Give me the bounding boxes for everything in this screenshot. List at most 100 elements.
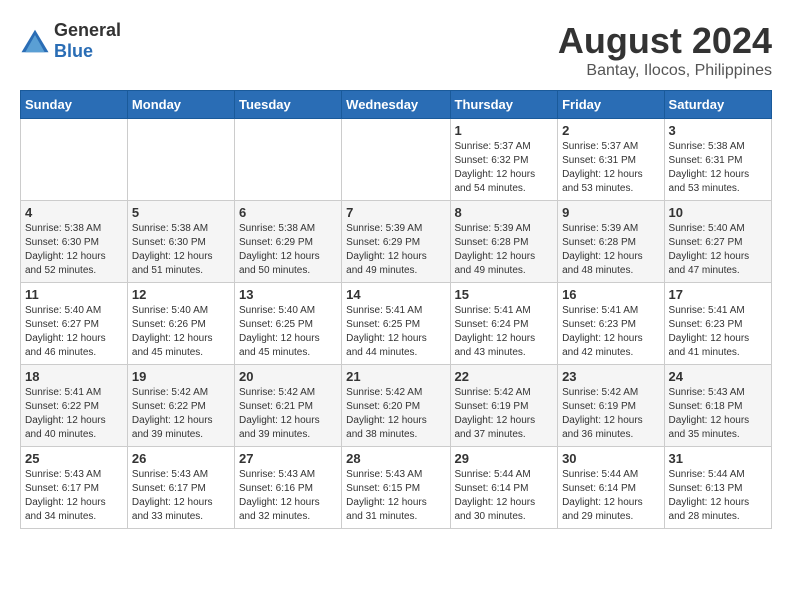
day-info: Sunrise: 5:38 AMSunset: 6:30 PMDaylight:… bbox=[132, 222, 230, 278]
day-info: Sunrise: 5:40 AMSunset: 6:26 PMDaylight:… bbox=[132, 304, 230, 360]
day-info: Sunrise: 5:42 AMSunset: 6:20 PMDaylight:… bbox=[346, 386, 445, 442]
day-info: Sunrise: 5:39 AMSunset: 6:28 PMDaylight:… bbox=[455, 222, 554, 278]
day-info: Sunrise: 5:37 AMSunset: 6:31 PMDaylight:… bbox=[562, 140, 659, 196]
title-block: August 2024 Bantay, Ilocos, Philippines bbox=[558, 20, 772, 80]
logo-icon bbox=[20, 26, 50, 56]
day-info: Sunrise: 5:38 AMSunset: 6:30 PMDaylight:… bbox=[25, 222, 123, 278]
day-header-saturday: Saturday bbox=[664, 91, 771, 119]
calendar-cell: 28Sunrise: 5:43 AMSunset: 6:15 PMDayligh… bbox=[342, 447, 450, 529]
day-info: Sunrise: 5:43 AMSunset: 6:17 PMDaylight:… bbox=[132, 468, 230, 524]
calendar-cell: 22 Sunrise: 5:42 AMSunset: 6:19 PMDayligh… bbox=[450, 365, 558, 447]
day-number: 25 bbox=[25, 451, 123, 466]
day-number: 17 bbox=[669, 287, 767, 302]
calendar-cell: 14Sunrise: 5:41 AMSunset: 6:25 PMDayligh… bbox=[342, 283, 450, 365]
logo: General Blue bbox=[20, 20, 121, 62]
day-number: 27 bbox=[239, 451, 337, 466]
day-header-sunday: Sunday bbox=[21, 91, 128, 119]
day-info: Sunrise: 5:39 AMSunset: 6:29 PMDaylight:… bbox=[346, 222, 445, 278]
calendar-cell: 9 Sunrise: 5:39 AMSunset: 6:28 PMDaylight… bbox=[558, 201, 664, 283]
calendar-cell: 12 Sunrise: 5:40 AMSunset: 6:26 PMDayligh… bbox=[127, 283, 234, 365]
day-number: 5 bbox=[132, 205, 230, 220]
day-info: Sunrise: 5:42 AMSunset: 6:21 PMDaylight:… bbox=[239, 386, 337, 442]
day-number: 16 bbox=[562, 287, 659, 302]
day-number: 15 bbox=[455, 287, 554, 302]
day-info: Sunrise: 5:43 AMSunset: 6:16 PMDaylight:… bbox=[239, 468, 337, 524]
calendar-cell: 27 Sunrise: 5:43 AMSunset: 6:16 PMDayligh… bbox=[234, 447, 341, 529]
day-info: Sunrise: 5:38 AMSunset: 6:31 PMDaylight:… bbox=[669, 140, 767, 196]
calendar-cell: 13 Sunrise: 5:40 AMSunset: 6:25 PMDayligh… bbox=[234, 283, 341, 365]
calendar-cell: 6 Sunrise: 5:38 AMSunset: 6:29 PMDaylight… bbox=[234, 201, 341, 283]
day-header-friday: Friday bbox=[558, 91, 664, 119]
day-number: 26 bbox=[132, 451, 230, 466]
day-header-wednesday: Wednesday bbox=[342, 91, 450, 119]
day-info: Sunrise: 5:43 AMSunset: 6:17 PMDaylight:… bbox=[25, 468, 123, 524]
day-info: Sunrise: 5:44 AMSunset: 6:14 PMDaylight:… bbox=[455, 468, 554, 524]
calendar-cell: 23Sunrise: 5:42 AMSunset: 6:19 PMDayligh… bbox=[558, 365, 664, 447]
calendar-cell: 8 Sunrise: 5:39 AMSunset: 6:28 PMDaylight… bbox=[450, 201, 558, 283]
calendar-cell: 29 Sunrise: 5:44 AMSunset: 6:14 PMDayligh… bbox=[450, 447, 558, 529]
calendar-cell: 16Sunrise: 5:41 AMSunset: 6:23 PMDayligh… bbox=[558, 283, 664, 365]
logo-general: General bbox=[54, 20, 121, 40]
calendar-cell: 7 Sunrise: 5:39 AMSunset: 6:29 PMDaylight… bbox=[342, 201, 450, 283]
location: Bantay, Ilocos, Philippines bbox=[558, 62, 772, 80]
day-header-tuesday: Tuesday bbox=[234, 91, 341, 119]
day-number: 9 bbox=[562, 205, 659, 220]
day-number: 13 bbox=[239, 287, 337, 302]
day-info: Sunrise: 5:40 AMSunset: 6:27 PMDaylight:… bbox=[669, 222, 767, 278]
day-number: 8 bbox=[455, 205, 554, 220]
calendar-cell: 10Sunrise: 5:40 AMSunset: 6:27 PMDayligh… bbox=[664, 201, 771, 283]
calendar-cell bbox=[21, 119, 128, 201]
day-number: 19 bbox=[132, 369, 230, 384]
day-info: Sunrise: 5:44 AMSunset: 6:14 PMDaylight:… bbox=[562, 468, 659, 524]
day-info: Sunrise: 5:41 AMSunset: 6:22 PMDaylight:… bbox=[25, 386, 123, 442]
calendar-cell: 31Sunrise: 5:44 AMSunset: 6:13 PMDayligh… bbox=[664, 447, 771, 529]
day-info: Sunrise: 5:41 AMSunset: 6:23 PMDaylight:… bbox=[669, 304, 767, 360]
day-info: Sunrise: 5:41 AMSunset: 6:25 PMDaylight:… bbox=[346, 304, 445, 360]
calendar-cell: 1Sunrise: 5:37 AMSunset: 6:32 PMDaylight… bbox=[450, 119, 558, 201]
day-number: 29 bbox=[455, 451, 554, 466]
day-number: 2 bbox=[562, 123, 659, 138]
month-year: August 2024 bbox=[558, 20, 772, 62]
calendar-cell: 19Sunrise: 5:42 AMSunset: 6:22 PMDayligh… bbox=[127, 365, 234, 447]
week-row-2: 4Sunrise: 5:38 AMSunset: 6:30 PMDaylight… bbox=[21, 201, 772, 283]
calendar-cell: 26 Sunrise: 5:43 AMSunset: 6:17 PMDayligh… bbox=[127, 447, 234, 529]
page-header: General Blue August 2024 Bantay, Ilocos,… bbox=[20, 20, 772, 80]
day-info: Sunrise: 5:40 AMSunset: 6:25 PMDaylight:… bbox=[239, 304, 337, 360]
week-row-3: 11Sunrise: 5:40 AMSunset: 6:27 PMDayligh… bbox=[21, 283, 772, 365]
day-number: 20 bbox=[239, 369, 337, 384]
calendar-header-row: SundayMondayTuesdayWednesdayThursdayFrid… bbox=[21, 91, 772, 119]
day-number: 30 bbox=[562, 451, 659, 466]
calendar-cell: 5 Sunrise: 5:38 AMSunset: 6:30 PMDaylight… bbox=[127, 201, 234, 283]
day-number: 24 bbox=[669, 369, 767, 384]
calendar-cell: 25 Sunrise: 5:43 AMSunset: 6:17 PMDayligh… bbox=[21, 447, 128, 529]
day-number: 6 bbox=[239, 205, 337, 220]
day-number: 7 bbox=[346, 205, 445, 220]
day-number: 12 bbox=[132, 287, 230, 302]
calendar-cell: 18 Sunrise: 5:41 AMSunset: 6:22 PMDayligh… bbox=[21, 365, 128, 447]
calendar-body: 1Sunrise: 5:37 AMSunset: 6:32 PMDaylight… bbox=[21, 119, 772, 529]
calendar-cell: 20 Sunrise: 5:42 AMSunset: 6:21 PMDayligh… bbox=[234, 365, 341, 447]
calendar-cell: 4Sunrise: 5:38 AMSunset: 6:30 PMDaylight… bbox=[21, 201, 128, 283]
day-number: 1 bbox=[455, 123, 554, 138]
day-header-thursday: Thursday bbox=[450, 91, 558, 119]
day-info: Sunrise: 5:40 AMSunset: 6:27 PMDaylight:… bbox=[25, 304, 123, 360]
calendar-cell bbox=[127, 119, 234, 201]
day-number: 18 bbox=[25, 369, 123, 384]
calendar-cell: 2 Sunrise: 5:37 AMSunset: 6:31 PMDaylight… bbox=[558, 119, 664, 201]
day-info: Sunrise: 5:39 AMSunset: 6:28 PMDaylight:… bbox=[562, 222, 659, 278]
day-number: 22 bbox=[455, 369, 554, 384]
day-header-monday: Monday bbox=[127, 91, 234, 119]
day-info: Sunrise: 5:38 AMSunset: 6:29 PMDaylight:… bbox=[239, 222, 337, 278]
calendar-cell bbox=[342, 119, 450, 201]
day-number: 21 bbox=[346, 369, 445, 384]
day-info: Sunrise: 5:42 AMSunset: 6:19 PMDaylight:… bbox=[562, 386, 659, 442]
week-row-1: 1Sunrise: 5:37 AMSunset: 6:32 PMDaylight… bbox=[21, 119, 772, 201]
day-info: Sunrise: 5:42 AMSunset: 6:19 PMDaylight:… bbox=[455, 386, 554, 442]
day-info: Sunrise: 5:44 AMSunset: 6:13 PMDaylight:… bbox=[669, 468, 767, 524]
calendar-cell bbox=[234, 119, 341, 201]
day-info: Sunrise: 5:43 AMSunset: 6:18 PMDaylight:… bbox=[669, 386, 767, 442]
day-number: 3 bbox=[669, 123, 767, 138]
calendar-cell: 24 Sunrise: 5:43 AMSunset: 6:18 PMDayligh… bbox=[664, 365, 771, 447]
day-info: Sunrise: 5:41 AMSunset: 6:24 PMDaylight:… bbox=[455, 304, 554, 360]
week-row-4: 18 Sunrise: 5:41 AMSunset: 6:22 PMDayligh… bbox=[21, 365, 772, 447]
